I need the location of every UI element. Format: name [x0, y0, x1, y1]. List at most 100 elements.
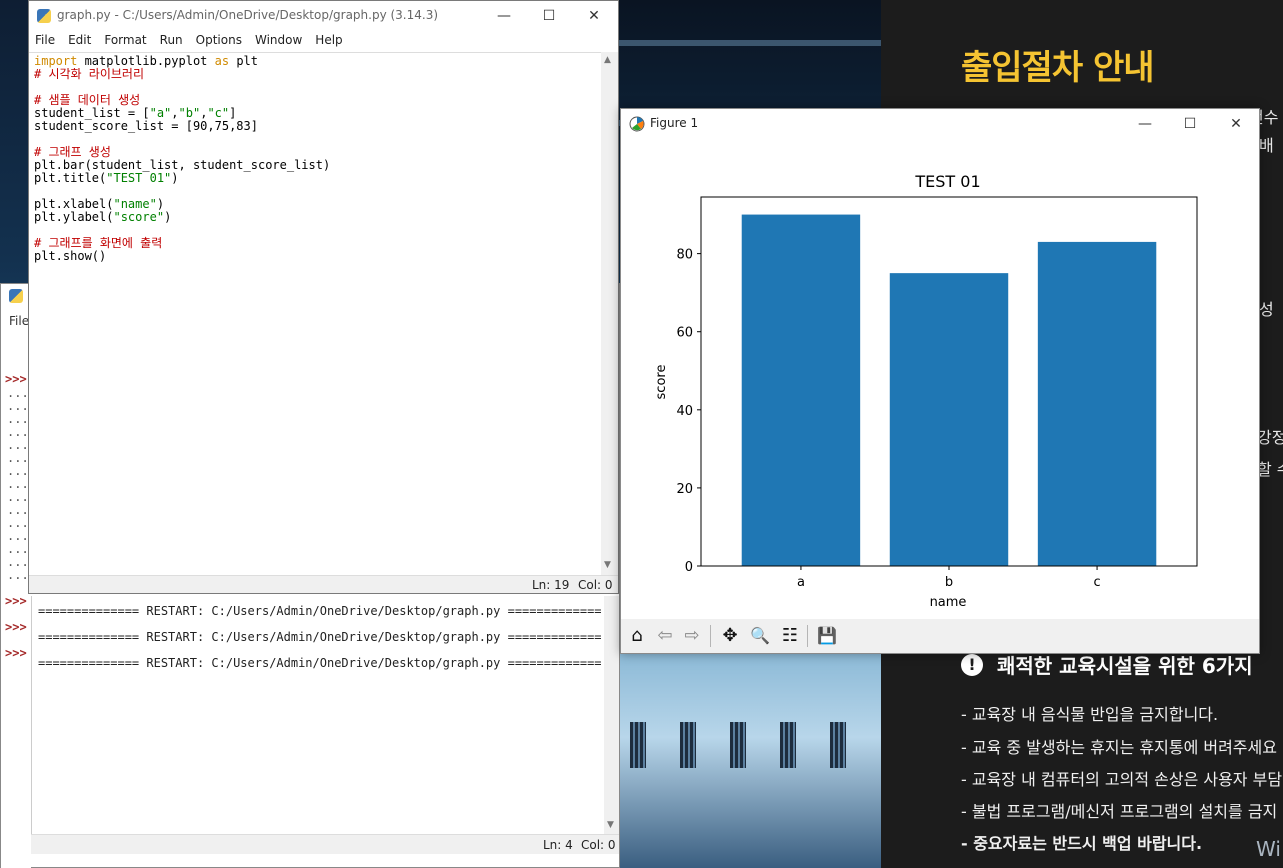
- y-tick-label: 60: [676, 326, 693, 341]
- code-string: "name": [113, 197, 157, 211]
- pan-icon[interactable]: ✥: [718, 625, 742, 647]
- code-keyword: as: [214, 54, 230, 68]
- maximize-button[interactable]: ☐: [1167, 109, 1213, 139]
- save-icon[interactable]: 💾: [815, 625, 839, 647]
- home-icon[interactable]: ⌂: [625, 625, 649, 647]
- editor-window[interactable]: graph.py - C:/Users/Admin/OneDrive/Deskt…: [28, 0, 619, 594]
- code-editor[interactable]: import matplotlib.pyplot as plt # 시각화 라이…: [29, 52, 601, 575]
- shell-vertical-scrollbar[interactable]: ▼: [604, 596, 619, 834]
- figure-titlebar[interactable]: Figure 1 — ☐ ✕: [621, 109, 1259, 139]
- shell-continuation: ...: [7, 451, 29, 465]
- code-text: ): [164, 210, 172, 224]
- menu-edit[interactable]: Edit: [68, 31, 98, 51]
- menu-run[interactable]: Run: [160, 31, 190, 51]
- code-text: ): [171, 171, 179, 185]
- floor-grille: [780, 722, 796, 768]
- toolbar-separator: [807, 625, 808, 647]
- maximize-button[interactable]: ☐: [526, 1, 572, 31]
- poster-rule: - 불법 프로그램/메신저 프로그램의 설치를 금지: [961, 802, 1278, 821]
- bar-c: [1037, 241, 1157, 566]
- shell-continuation: ...: [7, 503, 29, 517]
- code-text: student_list = [: [34, 106, 150, 120]
- menu-window[interactable]: Window: [255, 31, 309, 51]
- shell-statusbar: Ln: 4 Col: 0: [31, 834, 619, 854]
- restart-line: ============== RESTART: C:/Users/Admin/O…: [38, 604, 602, 618]
- floor-grille: [630, 722, 646, 768]
- shell-continuation: ...: [7, 490, 29, 504]
- shell-continuation: ...: [7, 477, 29, 491]
- editor-vertical-scrollbar[interactable]: ▲ ▼: [601, 52, 618, 575]
- poster-subhead: 쾌적한 교육시설을 위한 6가지: [997, 654, 1253, 678]
- figure-title: Figure 1: [650, 116, 699, 130]
- zoom-icon[interactable]: 🔍: [748, 625, 772, 647]
- editor-title: graph.py - C:/Users/Admin/OneDrive/Deskt…: [57, 8, 439, 22]
- close-button[interactable]: ✕: [571, 1, 617, 31]
- bars-layer: [741, 214, 1157, 567]
- y-tick-label: 80: [676, 248, 693, 263]
- scroll-down-icon[interactable]: ▼: [604, 560, 611, 570]
- scroll-down-icon[interactable]: ▼: [607, 820, 614, 830]
- minimize-button[interactable]: —: [1122, 109, 1168, 139]
- x-axis: a b c: [797, 566, 1101, 590]
- editor-titlebar[interactable]: graph.py - C:/Users/Admin/OneDrive/Deskt…: [29, 1, 618, 31]
- figure-window[interactable]: Figure 1 — ☐ ✕ TEST 01 0 20 40 60 80 a b c nam…: [620, 108, 1260, 654]
- poster-subhead-row: ! 쾌적한 교육시설을 위한 6가지: [961, 650, 1253, 679]
- status-column: Col: 0: [578, 578, 613, 592]
- shell-continuation: ...: [7, 399, 29, 413]
- floor-grille: [830, 722, 846, 768]
- menu-file[interactable]: File: [35, 31, 62, 51]
- shell-prompt: >>>: [5, 372, 27, 386]
- minimize-button[interactable]: —: [481, 1, 527, 31]
- shell-menu-file[interactable]: File: [9, 314, 29, 328]
- shell-continuation: ...: [7, 425, 29, 439]
- matplotlib-icon: [629, 116, 645, 132]
- poster-text-fragment: 배: [1259, 136, 1274, 155]
- code-line: student_score_list = [90,75,83]: [34, 119, 258, 133]
- code-text: plt.title(: [34, 171, 107, 185]
- y-tick-label: 40: [676, 404, 693, 419]
- menu-help[interactable]: Help: [315, 31, 349, 51]
- code-comment: # 시각화 라이브러리: [34, 67, 144, 81]
- code-text: plt.xlabel(: [34, 197, 114, 211]
- code-line: plt.ylabel("score"): [34, 211, 171, 224]
- shell-continuation: ...: [7, 386, 29, 400]
- code-string: "c": [207, 106, 230, 120]
- scroll-up-icon[interactable]: ▲: [604, 55, 611, 65]
- ceiling-light: [610, 40, 882, 46]
- menu-format[interactable]: Format: [104, 31, 153, 51]
- y-axis-label: score: [654, 365, 669, 400]
- shell-continuation: ...: [7, 529, 29, 543]
- back-icon[interactable]: ⇦: [653, 625, 677, 647]
- poster-rule: - 중요자료는 반드시 백업 바랍니다.: [961, 834, 1203, 853]
- x-tick-label: b: [945, 575, 953, 590]
- code-string: "score": [113, 210, 165, 224]
- floor-grille: [680, 722, 696, 768]
- status-line: Ln: 4: [543, 838, 573, 852]
- configure-subplots-icon[interactable]: ☷: [778, 625, 802, 647]
- code-text: ,: [171, 106, 179, 120]
- shell-prompt-gutter: >>> ... ... ... ... ... ... ... ... ... …: [1, 372, 31, 868]
- code-text: plt: [229, 54, 258, 68]
- code-text: ): [156, 197, 165, 211]
- poster-text-fragment: 강정: [1257, 428, 1283, 447]
- forward-icon[interactable]: ⇨: [680, 625, 704, 647]
- exclamation-icon: !: [961, 653, 983, 676]
- y-tick-label: 0: [685, 560, 693, 575]
- shell-prompt: >>>: [5, 594, 27, 608]
- status-line: Ln: 19: [532, 578, 570, 592]
- shell-continuation: ...: [7, 438, 29, 452]
- y-tick-label: 20: [676, 482, 693, 497]
- figure-toolbar: ⌂ ⇦ ⇨ ✥ 🔍 ☷ 💾: [621, 619, 1259, 653]
- bar-b: [889, 273, 1009, 566]
- plot-canvas[interactable]: TEST 01 0 20 40 60 80 a b c name score: [621, 139, 1259, 619]
- menu-options[interactable]: Options: [196, 31, 249, 51]
- shell-output-area[interactable]: ============== RESTART: C:/Users/Admin/O…: [31, 596, 605, 834]
- shell-continuation: ...: [7, 516, 29, 530]
- shell-continuation: ...: [7, 542, 29, 556]
- code-text: matplotlib.pyplot: [77, 54, 215, 68]
- x-tick-label: c: [1093, 575, 1100, 590]
- code-string: "a": [149, 106, 172, 120]
- poster-rule: - 교육장 내 음식물 반입을 금지합니다.: [961, 705, 1219, 724]
- close-button[interactable]: ✕: [1213, 109, 1259, 139]
- restart-line: ============== RESTART: C:/Users/Admin/O…: [38, 630, 602, 644]
